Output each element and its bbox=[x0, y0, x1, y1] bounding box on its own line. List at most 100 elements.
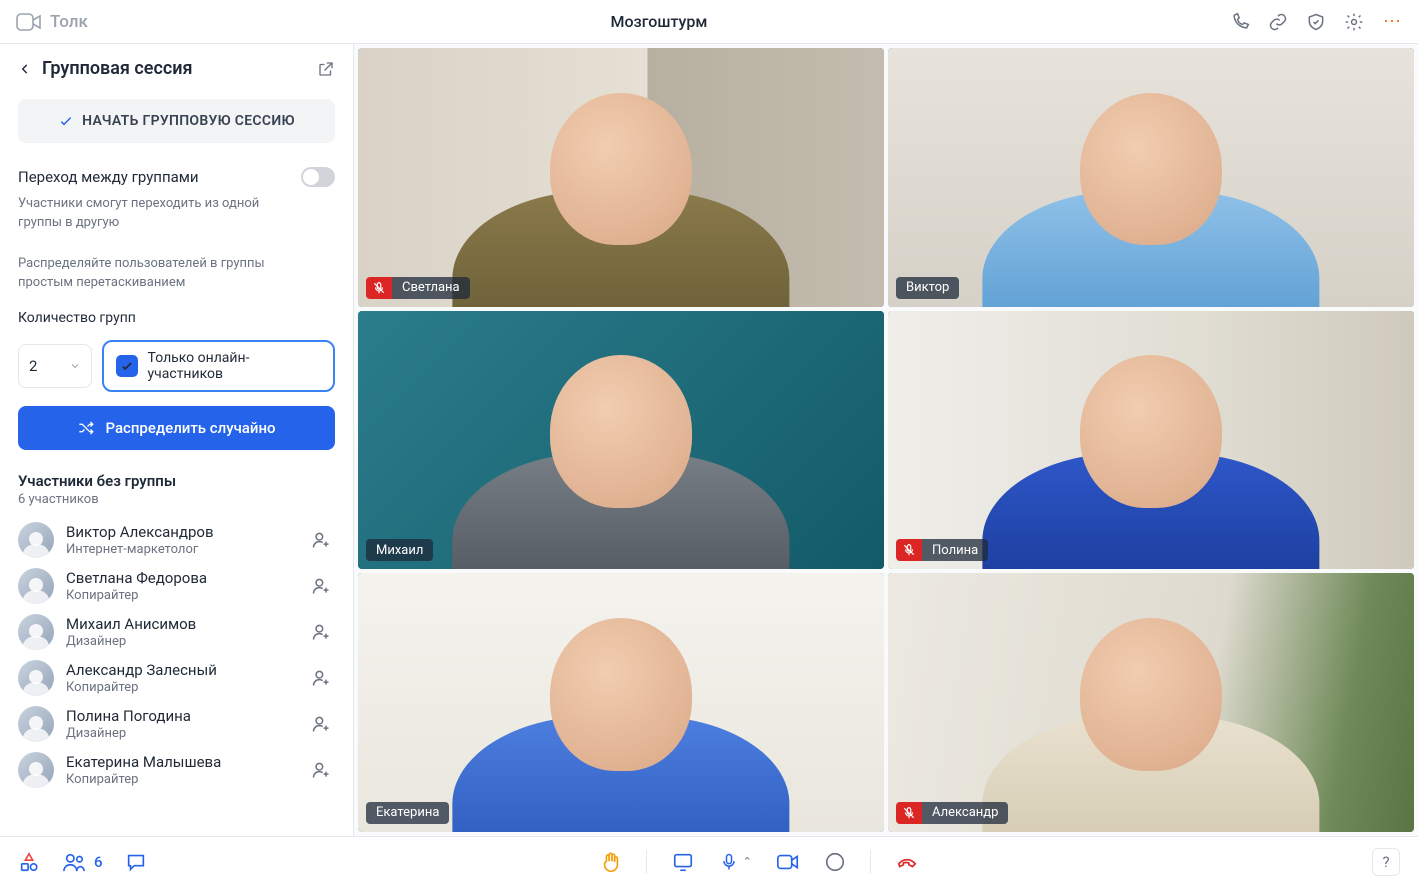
participant-role: Копирайтер bbox=[66, 680, 295, 696]
panel-title: Групповая сессия bbox=[42, 58, 307, 79]
participant-role: Копирайтер bbox=[66, 588, 295, 604]
start-session-button[interactable]: НАЧАТЬ ГРУППОВУЮ СЕССИЮ bbox=[18, 99, 335, 143]
person-silhouette bbox=[983, 79, 1320, 307]
participant-info: Екатерина Малышева Копирайтер bbox=[66, 753, 295, 788]
name-tag: Полина bbox=[896, 539, 988, 561]
help-button[interactable]: ? bbox=[1372, 848, 1400, 876]
settings-icon[interactable] bbox=[1344, 12, 1364, 32]
groups-count-label: Количество групп bbox=[18, 310, 136, 326]
move-between-row: Переход между группами bbox=[0, 167, 353, 195]
shield-icon[interactable] bbox=[1306, 12, 1326, 32]
back-button[interactable] bbox=[18, 62, 32, 76]
add-to-group-button[interactable] bbox=[307, 572, 335, 600]
toolbar-right: ? bbox=[1372, 848, 1400, 876]
camera-button[interactable] bbox=[776, 852, 800, 872]
toolbar-center: ⌃ bbox=[147, 850, 1372, 874]
person-silhouette bbox=[983, 342, 1320, 570]
participant-name: Екатерина Малышева bbox=[66, 753, 295, 772]
name-tag: Екатерина bbox=[366, 802, 449, 824]
call-icon[interactable] bbox=[1230, 12, 1250, 32]
app-header: Толк Мозгоштурм ⋯ bbox=[0, 0, 1418, 44]
end-call-button[interactable] bbox=[895, 851, 919, 873]
ungrouped-count: 6 участников bbox=[0, 490, 353, 517]
panel-header: Групповая сессия bbox=[0, 44, 353, 99]
tile-name: Виктор bbox=[896, 277, 959, 299]
add-to-group-button[interactable] bbox=[307, 618, 335, 646]
shapes-icon[interactable] bbox=[18, 851, 40, 873]
move-between-desc-row: Участники смогут переходить из одной гру… bbox=[0, 195, 353, 241]
participant-role: Интернет-маркетолог bbox=[66, 542, 295, 558]
add-to-group-button[interactable] bbox=[307, 664, 335, 692]
participant-row[interactable]: Михаил Анисимов Дизайнер bbox=[8, 609, 345, 655]
participant-name: Светлана Федорова bbox=[66, 569, 295, 588]
participant-info: Светлана Федорова Копирайтер bbox=[66, 569, 295, 604]
chat-button[interactable] bbox=[125, 851, 147, 873]
participant-row[interactable]: Виктор Александров Интернет-маркетолог bbox=[8, 517, 345, 563]
brand: Толк bbox=[16, 12, 88, 32]
video-tile[interactable]: Полина bbox=[888, 311, 1414, 570]
shuffle-button[interactable]: Распределить случайно bbox=[18, 406, 335, 450]
online-only-label: Только онлайн-участников bbox=[148, 350, 321, 382]
person-silhouette bbox=[453, 604, 790, 832]
video-tile[interactable]: Виктор bbox=[888, 48, 1414, 307]
muted-icon bbox=[366, 277, 392, 299]
video-scene bbox=[358, 573, 884, 832]
person-silhouette bbox=[983, 604, 1320, 832]
participant-role: Копирайтер bbox=[66, 772, 295, 788]
move-between-toggle[interactable] bbox=[301, 167, 335, 187]
microphone-button[interactable]: ⌃ bbox=[719, 851, 752, 873]
open-external-icon[interactable] bbox=[317, 60, 335, 78]
participant-name: Михаил Анисимов bbox=[66, 615, 295, 634]
avatar bbox=[18, 752, 54, 788]
online-only-checkbox[interactable]: Только онлайн-участников bbox=[102, 340, 335, 392]
name-tag: Виктор bbox=[896, 277, 959, 299]
participant-info: Михаил Анисимов Дизайнер bbox=[66, 615, 295, 650]
distribute-hint-row: Распределяйте пользователей в группы про… bbox=[0, 241, 353, 301]
participant-row[interactable]: Светлана Федорова Копирайтер bbox=[8, 563, 345, 609]
participants-button[interactable] bbox=[62, 851, 86, 873]
participant-role: Дизайнер bbox=[66, 726, 295, 742]
name-tag: Светлана bbox=[366, 277, 470, 299]
distribute-hint: Распределяйте пользователей в группы про… bbox=[18, 255, 335, 293]
muted-icon bbox=[896, 802, 922, 824]
call-toolbar: 6 ⌃ ? bbox=[0, 836, 1418, 886]
groups-count-value: 2 bbox=[29, 357, 37, 375]
participant-name: Виктор Александров bbox=[66, 523, 295, 542]
raise-hand-button[interactable] bbox=[600, 851, 622, 873]
mic-chevron-icon[interactable]: ⌃ bbox=[743, 855, 752, 868]
video-scene bbox=[358, 311, 884, 570]
add-to-group-button[interactable] bbox=[307, 710, 335, 738]
participant-row[interactable]: Полина Погодина Дизайнер bbox=[8, 701, 345, 747]
link-icon[interactable] bbox=[1268, 12, 1288, 32]
video-tile[interactable]: Екатерина bbox=[358, 573, 884, 832]
start-session-label: НАЧАТЬ ГРУППОВУЮ СЕССИЮ bbox=[82, 113, 295, 129]
move-between-desc: Участники смогут переходить из одной гру… bbox=[18, 195, 335, 233]
toolbar-left: 6 bbox=[18, 851, 147, 873]
tile-name: Полина bbox=[922, 539, 988, 561]
tile-name: Светлана bbox=[392, 277, 470, 299]
checkbox-checked-icon bbox=[116, 355, 138, 377]
shuffle-label: Распределить случайно bbox=[105, 419, 275, 437]
name-tag: Михаил bbox=[366, 539, 433, 561]
add-to-group-button[interactable] bbox=[307, 526, 335, 554]
record-button[interactable] bbox=[824, 851, 846, 873]
video-tile[interactable]: Александр bbox=[888, 573, 1414, 832]
video-scene bbox=[358, 48, 884, 307]
participant-row[interactable]: Екатерина Малышева Копирайтер bbox=[8, 747, 345, 793]
video-area: Светлана Виктор Михаил bbox=[354, 44, 1418, 836]
avatar bbox=[18, 706, 54, 742]
video-tile[interactable]: Михаил bbox=[358, 311, 884, 570]
ungrouped-title: Участники без группы bbox=[0, 472, 353, 490]
separator bbox=[646, 850, 647, 874]
share-screen-button[interactable] bbox=[671, 851, 695, 873]
video-scene bbox=[888, 573, 1414, 832]
groups-count-select[interactable]: 2 bbox=[18, 344, 92, 388]
video-tile[interactable]: Светлана bbox=[358, 48, 884, 307]
add-to-group-button[interactable] bbox=[307, 756, 335, 784]
more-icon[interactable]: ⋯ bbox=[1382, 12, 1402, 32]
participant-info: Полина Погодина Дизайнер bbox=[66, 707, 295, 742]
participant-row[interactable]: Александр Залесный Копирайтер bbox=[8, 655, 345, 701]
name-tag: Александр bbox=[896, 802, 1008, 824]
avatar bbox=[18, 568, 54, 604]
brand-icon bbox=[16, 12, 42, 32]
